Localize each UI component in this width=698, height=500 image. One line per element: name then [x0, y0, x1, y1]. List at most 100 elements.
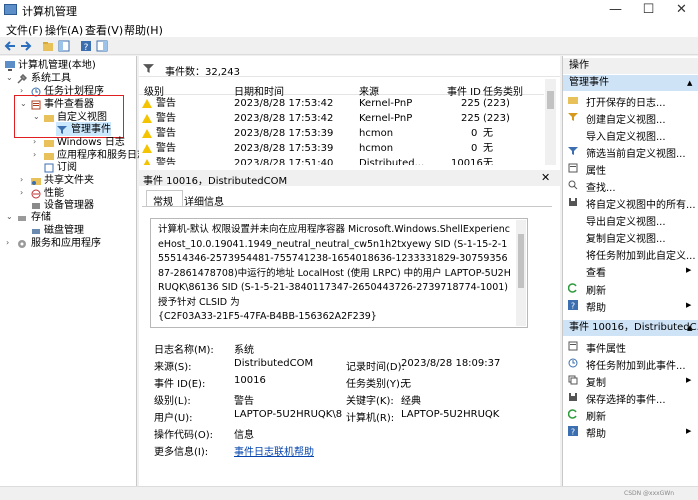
submenu-arrow-icon: ▶ — [686, 376, 692, 384]
table-row[interactable]: 警告 2023/8/28 17:53:42 Kernel-PnP 225 (22… — [139, 111, 544, 126]
chevron-right-icon[interactable]: › — [6, 238, 9, 247]
actions-title: 操作 — [563, 58, 698, 74]
show-hide-tree-icon[interactable] — [58, 40, 70, 52]
chevron-down-icon[interactable]: ⌄ — [33, 112, 40, 121]
online-help-link[interactable]: 事件日志联机帮助 — [234, 443, 314, 458]
log-name-label: 日志名称(M): — [154, 345, 214, 356]
action-export-custom-view[interactable]: 导出自定义视图... — [586, 213, 666, 228]
chevron-right-icon[interactable]: › — [33, 137, 36, 146]
services-icon — [18, 240, 26, 248]
chevron-down-icon[interactable]: ⌄ — [20, 99, 27, 108]
action-properties[interactable]: 属性 — [586, 162, 606, 177]
up-folder-icon[interactable] — [42, 40, 54, 52]
tree-shared-folders[interactable]: 共享文件夹 — [44, 175, 94, 187]
help-icon: ? — [568, 300, 578, 310]
chevron-right-icon[interactable]: › — [20, 175, 23, 184]
forward-arrow-icon[interactable] — [20, 40, 32, 52]
more-info-label: 更多信息(I): — [154, 447, 209, 458]
tree-performance[interactable]: 性能 — [44, 188, 64, 200]
action-event-properties[interactable]: 事件属性 — [586, 340, 626, 355]
refresh-icon — [568, 283, 577, 293]
tree-device-manager[interactable]: 设备管理器 — [44, 200, 94, 212]
description-scrollbar[interactable] — [516, 220, 526, 326]
action-import-custom-view[interactable]: 导入自定义视图... — [586, 128, 666, 143]
tree-disk-management[interactable]: 磁盘管理 — [44, 225, 84, 237]
chevron-down-icon[interactable]: ⌄ — [6, 212, 13, 221]
actions-section-admin-events[interactable]: 管理事件 — [563, 75, 698, 91]
properties-pane-icon[interactable] — [96, 40, 108, 52]
tree-windows-logs[interactable]: Windows 日志 — [57, 137, 125, 149]
tree-storage[interactable]: 存储 — [31, 212, 51, 224]
tree-admin-events[interactable]: 管理事件 — [71, 124, 111, 136]
action-find[interactable]: 查找... — [586, 179, 616, 194]
close-icon[interactable]: ✕ — [541, 171, 550, 184]
action-create-custom-view[interactable]: 创建自定义视图... — [586, 111, 666, 126]
tree-root[interactable]: 计算机管理(本地) — [18, 60, 96, 72]
action-save-selected-event[interactable]: 保存选择的事件... — [586, 391, 666, 406]
menu-action[interactable]: 操作(A) — [45, 22, 83, 38]
event-id-label: 事件 ID(E): — [154, 379, 206, 390]
action-filter-view[interactable]: 筛选当前自定义视图... — [586, 145, 686, 160]
tree-system-tools[interactable]: 系统工具 — [31, 73, 71, 85]
warning-icon — [142, 99, 152, 108]
filter-icon — [143, 64, 154, 73]
action-help[interactable]: 帮助 — [586, 299, 606, 314]
copy-icon — [568, 375, 578, 385]
chevron-right-icon[interactable]: › — [33, 150, 36, 159]
chevron-right-icon[interactable]: › — [20, 188, 23, 197]
action-attach-task-event[interactable]: 将任务附加到此事件... — [586, 357, 686, 372]
help-icon[interactable]: ? — [80, 40, 92, 52]
action-attach-task-custom[interactable]: 将任务附加到此自定义... — [586, 247, 696, 262]
table-row[interactable]: 警告 2023/8/28 17:53:42 Kernel-PnP 225 (22… — [139, 96, 544, 111]
tools-icon — [17, 74, 27, 84]
action-open-saved-log[interactable]: 打开保存的日志... — [586, 94, 666, 109]
event-viewer-icon — [31, 100, 41, 110]
status-bar: CSDN @xxxGWn — [0, 486, 698, 500]
tree-event-viewer[interactable]: 事件查看器 — [44, 99, 94, 111]
table-row[interactable]: 警告 2023/8/28 17:51:40 Distributed... 100… — [139, 156, 544, 165]
action-copy-custom-view[interactable]: 复制自定义视图... — [586, 230, 666, 245]
back-arrow-icon[interactable] — [4, 40, 16, 52]
source-value: DistributedCOM — [234, 358, 314, 369]
event-description-box[interactable]: 计算机-默认 权限设置并未向在应用程序容器 Microsoft.Windows.… — [150, 218, 528, 328]
chevron-down-icon[interactable]: ⌄ — [6, 73, 13, 82]
warning-icon — [142, 144, 152, 153]
collapse-icon[interactable]: ▲ — [687, 79, 692, 87]
chevron-right-icon[interactable]: › — [20, 86, 23, 95]
computer-value: LAPTOP-5U2HRUQK — [401, 409, 500, 420]
table-row[interactable]: 警告 2023/8/28 17:53:39 hcmon 0 无 — [139, 126, 544, 141]
minimize-button[interactable]: — — [599, 0, 632, 20]
menu-help[interactable]: 帮助(H) — [124, 22, 163, 38]
device-manager-icon — [32, 203, 40, 209]
table-row[interactable]: 警告 2023/8/28 17:53:39 hcmon 0 无 — [139, 141, 544, 156]
collapse-icon[interactable]: ▲ — [687, 324, 692, 332]
shared-folder-icon — [31, 178, 41, 185]
maximize-button[interactable]: ☐ — [632, 0, 665, 20]
title-bar: 计算机管理 — ☐ ✕ — [0, 0, 698, 20]
help-icon: ? — [568, 426, 578, 436]
performance-icon — [31, 189, 41, 199]
submenu-arrow-icon: ▶ — [686, 427, 692, 435]
tab-general[interactable]: 常规 — [146, 190, 183, 208]
filter-icon — [568, 147, 578, 155]
filter-icon — [568, 113, 578, 121]
action-refresh-event[interactable]: 刷新 — [586, 408, 606, 423]
action-refresh[interactable]: 刷新 — [586, 282, 606, 297]
action-save-all-events[interactable]: 将自定义视图中的所有... — [586, 196, 696, 211]
event-detail-header: 事件 10016，DistributedCOM ✕ — [139, 170, 560, 187]
action-copy[interactable]: 复制 — [586, 374, 606, 389]
menu-view[interactable]: 查看(V) — [85, 22, 123, 38]
tree-app-service-logs[interactable]: 应用程序和服务日志 — [57, 150, 147, 162]
tree-services-apps[interactable]: 服务和应用程序 — [31, 238, 101, 250]
tree-subscriptions[interactable]: 订阅 — [57, 162, 77, 174]
menu-file[interactable]: 文件(F) — [6, 22, 43, 38]
close-button[interactable]: ✕ — [665, 0, 698, 20]
events-list-scrollbar[interactable] — [545, 79, 556, 165]
action-help-event[interactable]: 帮助 — [586, 425, 606, 440]
event-properties-icon — [568, 341, 578, 351]
action-view[interactable]: 查看 — [586, 264, 606, 279]
event-id-value: 10016 — [234, 375, 266, 386]
warning-icon — [142, 114, 152, 123]
actions-section-event[interactable]: 事件 10016，DistributedC... — [563, 320, 698, 336]
filter-icon — [57, 126, 67, 134]
